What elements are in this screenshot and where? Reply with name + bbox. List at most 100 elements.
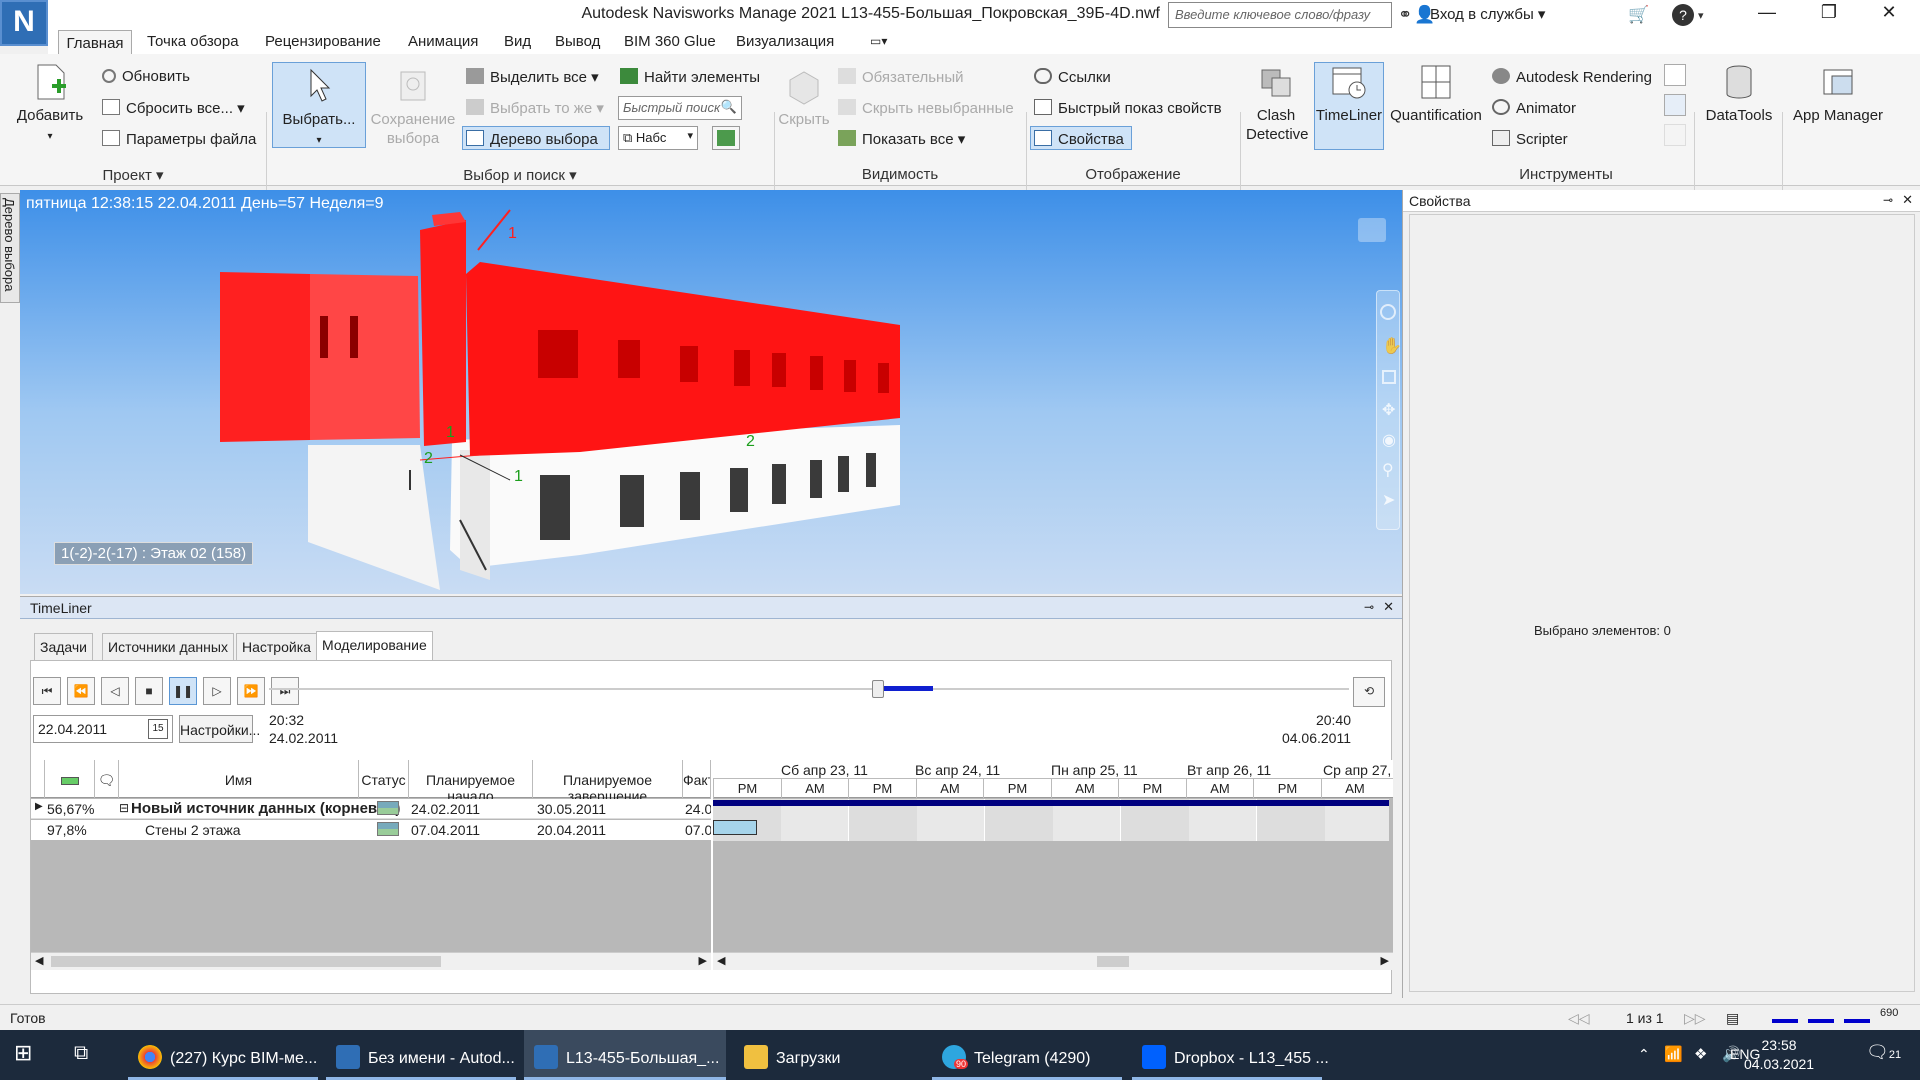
status-column-header[interactable]: Статус — [359, 760, 409, 798]
animator-button[interactable]: Animator — [1492, 99, 1576, 117]
quick-access-icon[interactable]: ▭▾ — [870, 34, 887, 48]
gantt-task-bar[interactable] — [713, 820, 757, 835]
network-icon[interactable]: 📶 — [1664, 1030, 1683, 1080]
gantt-summary-bar[interactable] — [713, 800, 1389, 806]
export-icon[interactable]: ⟲ — [1353, 677, 1385, 707]
close-button[interactable]: ✕ — [1866, 2, 1912, 28]
app-manager-button[interactable]: App Manager — [1786, 62, 1890, 125]
batch-utility-icon[interactable] — [1664, 94, 1686, 116]
planned-end-column-header[interactable]: Планируемое завершение — [533, 760, 683, 804]
look-icon[interactable]: ◉ — [1382, 430, 1396, 450]
tab-view[interactable]: Вид — [504, 33, 531, 50]
close-icon[interactable]: ✕ — [1383, 599, 1394, 615]
tab-render[interactable]: Визуализация — [736, 33, 834, 50]
app-logo[interactable]: N — [0, 0, 48, 46]
pan-icon[interactable]: ✋ — [1382, 336, 1402, 356]
taskbar-chrome[interactable]: (227) Курс BIM-ме... — [128, 1030, 318, 1080]
sets-dropdown[interactable]: ⧉ Набс ▾ — [618, 126, 698, 150]
appearance-profiler-icon[interactable] — [1664, 64, 1686, 86]
quick-find-input[interactable]: Быстрый поиск 🔍 — [618, 96, 742, 120]
scroll-right-icon[interactable]: ▶ — [1381, 954, 1389, 967]
tab-animation[interactable]: Анимация — [408, 33, 478, 50]
scroll-thumb[interactable] — [1097, 956, 1129, 967]
tab-output[interactable]: Вывод — [555, 33, 600, 50]
tab-review[interactable]: Рецензирование — [265, 33, 381, 50]
unhide-all-button[interactable]: Показать все ▾ — [838, 130, 965, 148]
close-icon[interactable]: ✕ — [1902, 192, 1913, 208]
restore-button[interactable]: ❐ — [1806, 2, 1852, 28]
grid-horizontal-scrollbar[interactable]: ◀ ▶ — [31, 952, 711, 970]
forward-button[interactable]: ⏭ — [271, 677, 299, 705]
progress-column-header[interactable] — [45, 760, 95, 798]
stop-button[interactable]: ■ — [135, 677, 163, 705]
require-button[interactable]: Обязательный — [838, 68, 964, 86]
pin-icon[interactable]: ⊸ — [1364, 600, 1374, 614]
play-button[interactable]: ▷ — [203, 677, 231, 705]
hide-unselected-button[interactable]: Скрыть невыбранные — [838, 99, 1014, 117]
select-button-content[interactable]: Выбрать... ▾ — [274, 66, 364, 150]
select-same-button[interactable]: Выбрать то же ▾ — [466, 99, 604, 117]
reverse-play-button[interactable]: ◁ — [101, 677, 129, 705]
find-items-button[interactable]: Найти элементы — [620, 68, 760, 86]
notifications-icon[interactable]: 🗨21 — [1866, 1030, 1901, 1080]
step-back-button[interactable]: ⏪ — [67, 677, 95, 705]
tab-configure[interactable]: Настройка — [236, 633, 317, 661]
taskbar-navisworks-untitled[interactable]: Без имени - Autod... — [326, 1030, 516, 1080]
tab-viewpoint[interactable]: Точка обзора — [147, 33, 239, 50]
gantt-horizontal-scrollbar[interactable]: ◀ ▶ — [713, 952, 1393, 970]
login-button[interactable]: Вход в службы ▾ — [1430, 5, 1545, 23]
scroll-left-icon[interactable]: ◀ — [35, 954, 43, 967]
taskbar-telegram[interactable]: 90 Telegram (4290) — [932, 1030, 1122, 1080]
tab-home[interactable]: Главная — [58, 30, 132, 55]
3d-viewport[interactable]: 1 1 2 1 2 пятница 12:38:15 22.04.2011 Де… — [20, 190, 1402, 594]
table-row[interactable]: ▶ 56,67% ⊟ Новый источник данных (корнев… — [31, 799, 711, 819]
links-button[interactable]: Ссылки — [1034, 68, 1111, 86]
calendar-icon[interactable]: 15 — [148, 719, 168, 739]
select-all-button[interactable]: Выделить все ▾ — [466, 68, 599, 86]
binoculars-icon[interactable]: ⚭ — [1398, 5, 1412, 25]
cart-icon[interactable]: 🛒 — [1628, 5, 1649, 25]
date-field[interactable]: 22.04.2011 15 — [33, 715, 173, 743]
walk-icon[interactable]: ⚲ — [1382, 460, 1394, 480]
rewind-button[interactable]: ⏮ — [33, 677, 61, 705]
add-button[interactable]: Добавить ▾ — [12, 62, 88, 146]
scroll-thumb[interactable] — [51, 956, 441, 967]
task-view-icon[interactable]: ⧉ — [74, 1030, 88, 1080]
tab-bim360[interactable]: BIM 360 Glue — [624, 33, 716, 50]
viewcube-icon[interactable] — [1358, 218, 1386, 242]
sheet-browser-icon[interactable]: ▤ — [1726, 1010, 1739, 1027]
clock[interactable]: 23:58 04.03.2021 — [1744, 1036, 1814, 1074]
timeline-slider-track[interactable] — [269, 688, 1349, 690]
properties-button[interactable]: Свойства — [1034, 130, 1124, 148]
taskbar-navisworks-active[interactable]: L13-455-Большая_... — [524, 1030, 726, 1080]
save-selection-button[interactable]: Сохранение выбора — [370, 66, 456, 148]
next-sheet-icon[interactable]: ▷▷ — [1684, 1010, 1706, 1027]
manage-sets-button[interactable] — [712, 126, 740, 150]
clash-detective-button[interactable]: Clash Detective — [1240, 62, 1312, 144]
step-forward-button[interactable]: ⏩ — [237, 677, 265, 705]
scroll-right-icon[interactable]: ▶ — [699, 954, 707, 967]
file-options-button[interactable]: Параметры файла — [102, 130, 256, 148]
timeline-slider-thumb[interactable] — [872, 680, 884, 698]
hide-button[interactable]: Скрыть — [774, 66, 834, 129]
planned-start-column-header[interactable]: Планируемое начало — [409, 760, 533, 804]
pause-button[interactable]: ❚❚ — [169, 677, 197, 705]
group-project[interactable]: Проект ▾ — [0, 166, 266, 184]
settings-button[interactable]: Настройки... — [179, 715, 260, 743]
scripter-button[interactable]: Scripter — [1492, 130, 1568, 148]
help-icon[interactable]: ? — [1672, 4, 1694, 26]
tab-tasks[interactable]: Задачи — [34, 633, 94, 661]
reset-all-button[interactable]: Сбросить все... ▾ — [102, 99, 245, 117]
actual-column-header[interactable]: Факт — [683, 760, 711, 798]
selection-tree-button[interactable]: Дерево выбора — [466, 130, 598, 148]
table-row[interactable]: 97,8% Стены 2 этажа 07.04.2011 20.04.201… — [31, 820, 711, 840]
timeliner-button[interactable]: TimeLiner — [1314, 62, 1384, 125]
zoom-window-icon[interactable] — [1382, 370, 1396, 384]
windows-start-icon[interactable]: ⊞ — [14, 1030, 32, 1080]
select-tool-icon[interactable]: ➤ — [1382, 490, 1395, 510]
quick-properties-button[interactable]: Быстрый показ свойств — [1034, 99, 1222, 117]
rendering-button[interactable]: Autodesk Rendering — [1492, 68, 1652, 86]
help-dropdown-icon[interactable]: ▾ — [1698, 9, 1704, 22]
comment-column-header[interactable]: 🗨 — [95, 760, 119, 798]
search-input[interactable]: Введите ключевое слово/фразу — [1168, 2, 1392, 28]
